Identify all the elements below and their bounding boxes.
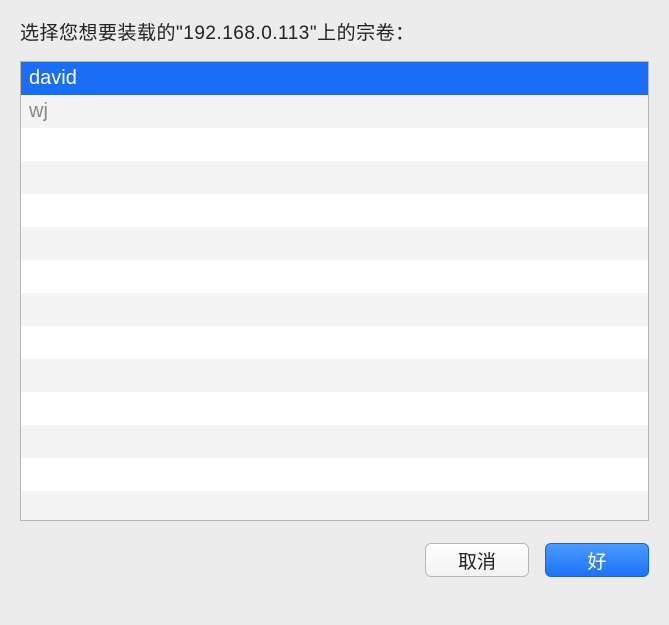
volume-list[interactable]: david wj [20, 61, 649, 521]
prompt-host: 192.168.0.113 [183, 23, 310, 44]
list-item [21, 326, 648, 359]
list-item [21, 227, 648, 260]
ok-button[interactable]: 好 [545, 543, 649, 577]
prompt-prefix: 选择您想要装载的" [20, 23, 183, 44]
list-item [21, 293, 648, 326]
list-item [21, 260, 648, 293]
list-item [21, 458, 648, 491]
list-item [21, 128, 648, 161]
list-item [21, 161, 648, 194]
list-item[interactable]: wj [21, 95, 648, 128]
list-item [21, 392, 648, 425]
button-row: 取消 好 [20, 543, 649, 577]
prompt-suffix: "上的宗卷： [310, 23, 415, 44]
list-item [21, 359, 648, 392]
volume-name: david [29, 67, 77, 89]
list-item [21, 425, 648, 458]
list-item[interactable]: david [21, 62, 648, 95]
list-item [21, 194, 648, 227]
volume-name: wj [29, 100, 48, 122]
dialog-prompt: 选择您想要装载的"192.168.0.113"上的宗卷： [20, 18, 649, 45]
cancel-button[interactable]: 取消 [425, 543, 529, 577]
list-item [21, 491, 648, 521]
